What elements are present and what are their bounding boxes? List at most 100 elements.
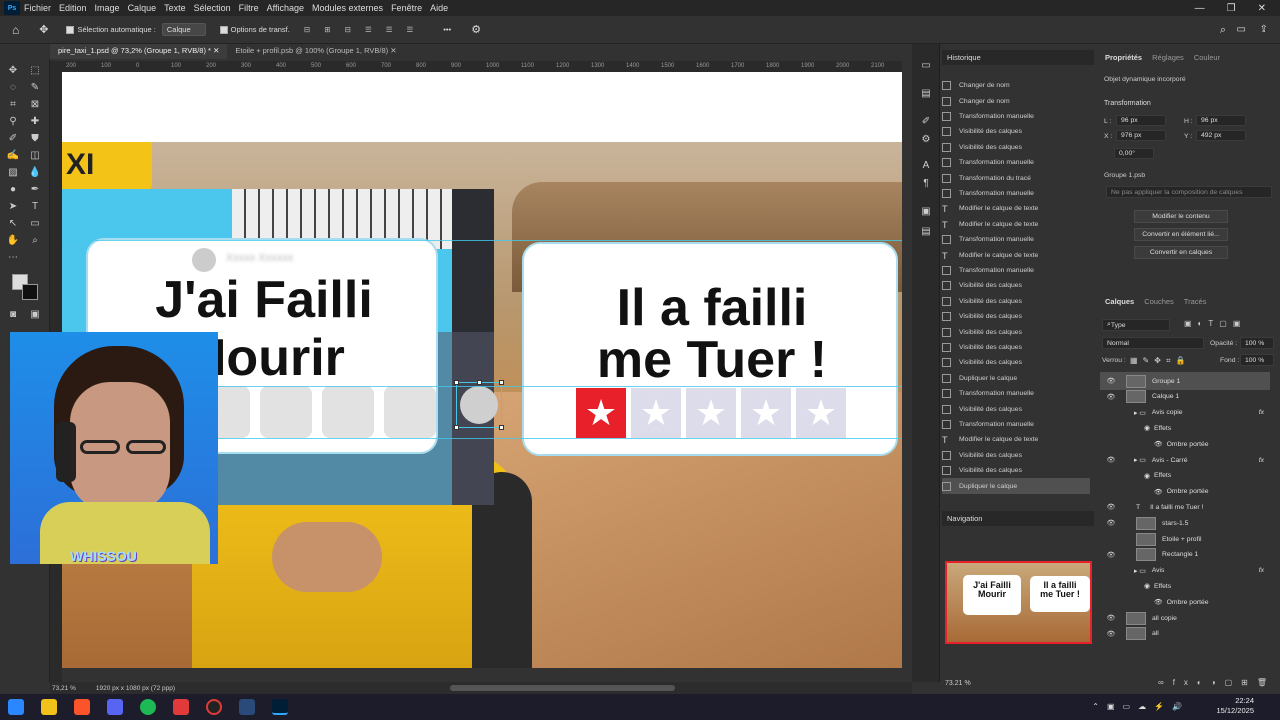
- paragraph-icon[interactable]: ¶: [919, 176, 933, 190]
- close-tab-icon[interactable]: ✕: [213, 46, 219, 55]
- home-icon[interactable]: ⌂: [12, 23, 19, 37]
- close-tab-icon[interactable]: ✕: [390, 46, 396, 55]
- history-item[interactable]: Changer de nom: [942, 78, 1090, 93]
- history-item[interactable]: Visibilité des calques: [942, 309, 1090, 324]
- layer-comp-select[interactable]: Ne pas appliquer la composition de calqu…: [1106, 186, 1272, 198]
- tab-color[interactable]: Couleur: [1194, 53, 1220, 62]
- eyedropper-icon[interactable]: ⚲: [6, 114, 20, 128]
- histogram-icon[interactable]: ▤: [919, 86, 933, 100]
- x-field[interactable]: 976 px: [1116, 130, 1166, 141]
- blur-icon[interactable]: 💧: [28, 165, 42, 179]
- minimize-icon[interactable]: —: [1195, 3, 1205, 14]
- hand-icon[interactable]: ✋: [6, 233, 20, 247]
- fx-badge[interactable]: fx: [1259, 567, 1264, 574]
- move-icon[interactable]: ✥: [6, 63, 20, 77]
- direct-select-icon[interactable]: ↖: [6, 216, 20, 230]
- lock-icons[interactable]: ▦✎✥⌗🔒: [1130, 356, 1190, 366]
- tab-etoile-profil[interactable]: Etoile + profil.psb @ 100% (Groupe 1, RV…: [227, 44, 404, 59]
- screen-mode-icon[interactable]: ▣: [28, 307, 42, 321]
- history-item[interactable]: Changer de nom: [942, 93, 1090, 108]
- background-color-swatch[interactable]: [22, 284, 38, 300]
- transform-options-checkbox[interactable]: Options de transf.: [219, 25, 290, 34]
- height-field[interactable]: 96 px: [1196, 115, 1246, 126]
- history-item[interactable]: Visibilité des calques: [942, 448, 1090, 463]
- history-item[interactable]: Visibilité des calques: [942, 294, 1090, 309]
- marquee-icon[interactable]: ⬚: [28, 63, 42, 77]
- brush-settings-icon[interactable]: ✐: [919, 114, 933, 128]
- menu-item-1[interactable]: Edition: [59, 3, 87, 13]
- transform-handle[interactable]: [499, 380, 504, 385]
- tab-channels[interactable]: Couches: [1144, 297, 1174, 306]
- opacity-field[interactable]: 100 %: [1240, 337, 1274, 349]
- gradient-icon[interactable]: ▨: [6, 165, 20, 179]
- tab-pire-taxi[interactable]: pire_taxi_1.psd @ 73,2% (Groupe 1, RVB/8…: [50, 44, 228, 59]
- history-item[interactable]: T Modifier le calque de texte: [942, 247, 1090, 262]
- quick-select-icon[interactable]: ✎: [28, 80, 42, 94]
- adjustments-icon[interactable]: ⚙: [919, 132, 933, 146]
- share-icon[interactable]: ⇪: [1260, 24, 1268, 35]
- menu-item-10[interactable]: Aide: [430, 3, 448, 13]
- workspace-icon[interactable]: ▭: [1237, 24, 1246, 35]
- character-icon[interactable]: A: [919, 158, 933, 172]
- frame-icon[interactable]: ⊠: [28, 97, 42, 111]
- blend-mode-select[interactable]: Normal: [1102, 337, 1204, 349]
- history-item[interactable]: Transformation manuelle: [942, 186, 1090, 201]
- clock[interactable]: 22:24 15/12/2025: [1216, 696, 1254, 716]
- comment-icon[interactable]: ▭: [919, 58, 933, 72]
- horizontal-scrollbar[interactable]: [450, 685, 675, 691]
- path-select-icon[interactable]: ➤: [6, 199, 20, 213]
- search-icon[interactable]: ⌕: [1220, 24, 1226, 37]
- history-item[interactable]: Transformation manuelle: [942, 417, 1090, 432]
- shape-icon[interactable]: ▭: [28, 216, 42, 230]
- stamp-icon[interactable]: ⛊: [28, 131, 42, 145]
- transform-handle[interactable]: [454, 380, 459, 385]
- zoom-level[interactable]: 73,21 %: [52, 685, 76, 692]
- fx-badge[interactable]: fx: [1259, 457, 1264, 464]
- dodge-icon[interactable]: ●: [6, 182, 20, 196]
- menu-item-6[interactable]: Filtre: [239, 3, 259, 13]
- history-item[interactable]: T Modifier le calque de texte: [942, 201, 1090, 216]
- layer-actions[interactable]: ∞fx◐◑▢⊞🗑: [1158, 678, 1276, 687]
- visibility-eye-icon[interactable]: 👁: [1106, 377, 1116, 385]
- transform-handle[interactable]: [477, 380, 482, 385]
- menu-item-9[interactable]: Fenêtre: [391, 3, 422, 13]
- visibility-eye-icon[interactable]: 👁: [1106, 393, 1116, 401]
- right-review-card[interactable]: Il a failli me Tuer ! ★ ★ ★ ★ ★: [522, 242, 898, 456]
- history-item[interactable]: Transformation manuelle: [942, 386, 1090, 401]
- history-item[interactable]: T Modifier le calque de texte: [942, 217, 1090, 232]
- file-explorer-icon[interactable]: [41, 699, 57, 715]
- tab-paths[interactable]: Tracés: [1184, 297, 1207, 306]
- history-item[interactable]: Transformation manuelle: [942, 109, 1090, 124]
- history-item[interactable]: Dupliquer le calque: [942, 478, 1090, 494]
- lasso-icon[interactable]: ◌: [6, 80, 20, 94]
- history-item[interactable]: Dupliquer le calque: [942, 371, 1090, 386]
- layer-filter-select[interactable]: ⌕ Type: [1102, 319, 1170, 331]
- history-item[interactable]: Transformation du tracé: [942, 170, 1090, 185]
- visibility-eye-icon[interactable]: 👁: [1106, 456, 1116, 464]
- eraser-icon[interactable]: ◫: [28, 148, 42, 162]
- history-item[interactable]: Transformation manuelle: [942, 263, 1090, 278]
- align-icons[interactable]: ⊟ ⊞ ⊟ ☰ ☰ ☰: [304, 25, 419, 34]
- transform-handle[interactable]: [499, 425, 504, 430]
- menu-item-5[interactable]: Sélection: [194, 3, 231, 13]
- visibility-eye-icon[interactable]: 👁: [1106, 503, 1116, 511]
- auto-select-checkbox[interactable]: Sélection automatique :: [66, 25, 156, 34]
- crop-icon[interactable]: ⌗: [6, 97, 20, 111]
- photoshop-taskbar-icon[interactable]: [272, 699, 288, 715]
- history-item[interactable]: Visibilité des calques: [942, 278, 1090, 293]
- layer-comps-icon[interactable]: ▣: [919, 204, 933, 218]
- history-brush-icon[interactable]: ✍: [6, 148, 20, 162]
- layer-filter-icons[interactable]: ▣◐T▢▣: [1184, 319, 1246, 328]
- history-item[interactable]: Transformation manuelle: [942, 232, 1090, 247]
- tab-adjustments[interactable]: Réglages: [1152, 53, 1184, 62]
- history-item[interactable]: T Modifier le calque de texte: [942, 432, 1090, 447]
- quick-mask-icon[interactable]: ◙: [6, 307, 20, 321]
- y-field[interactable]: 492 px: [1196, 130, 1246, 141]
- gear-icon[interactable]: ⚙: [471, 23, 481, 36]
- history-item[interactable]: Transformation manuelle: [942, 155, 1090, 170]
- history-item[interactable]: Visibilité des calques: [942, 140, 1090, 155]
- windows-start-icon[interactable]: [8, 699, 24, 715]
- history-item[interactable]: Visibilité des calques: [942, 124, 1090, 139]
- menu-item-4[interactable]: Texte: [164, 3, 186, 13]
- convert-linked-button[interactable]: Convertir en élément lié...: [1134, 228, 1228, 241]
